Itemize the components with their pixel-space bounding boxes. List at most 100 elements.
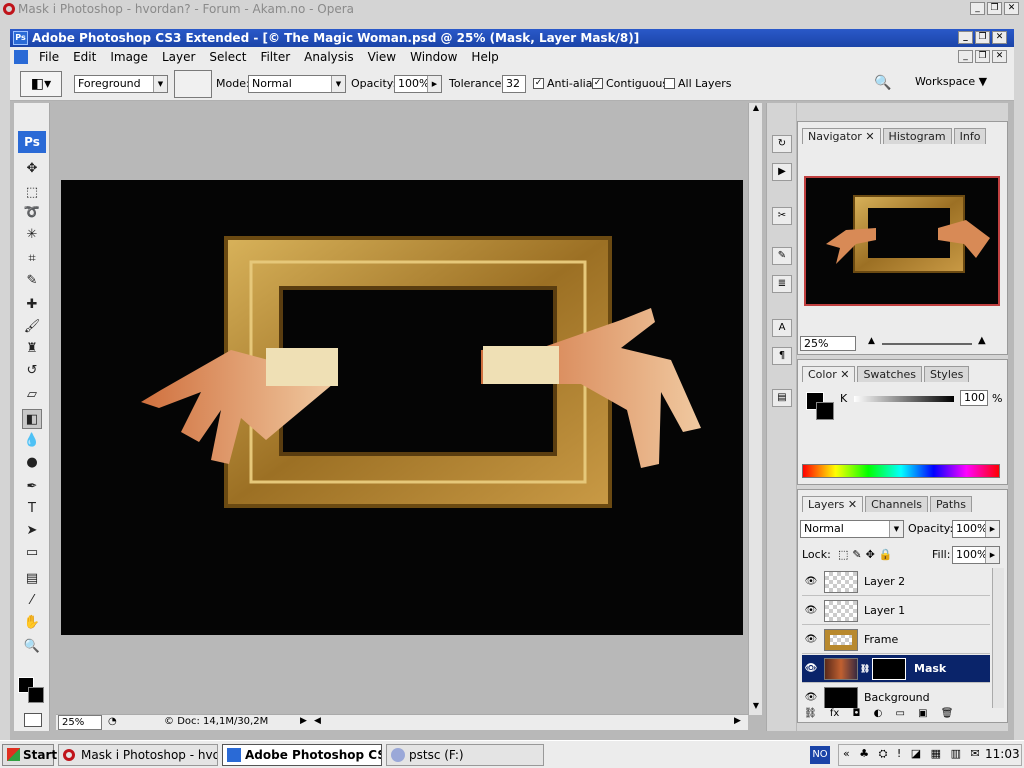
menu-image[interactable]: Image xyxy=(103,47,155,67)
browser-minimize-button[interactable]: _ xyxy=(970,2,985,15)
start-button[interactable]: Start xyxy=(2,744,57,766)
scroll-right-icon[interactable]: ▶ xyxy=(734,716,741,726)
tab-color[interactable]: Color ✕ xyxy=(802,366,856,382)
pattern-picker[interactable] xyxy=(174,70,212,98)
opacity-input[interactable]: 100% ▶ xyxy=(394,75,442,93)
notes-tool-icon[interactable]: ▤ xyxy=(22,569,42,589)
crop-tool-icon[interactable]: ⌗ xyxy=(22,249,42,269)
type-tool-icon[interactable]: T xyxy=(22,499,42,519)
browser-restore-button[interactable]: ❐ xyxy=(987,2,1002,15)
actions-icon[interactable]: ▶ xyxy=(772,163,792,181)
document-canvas[interactable] xyxy=(61,180,743,635)
tolerance-input[interactable]: 32 xyxy=(502,75,526,93)
paint-bucket-tool-icon[interactable]: ◧ xyxy=(22,409,42,429)
eye-icon[interactable]: 👁 xyxy=(804,576,818,588)
layer-row[interactable]: 👁 Frame xyxy=(802,626,990,654)
navigator-zoom-input[interactable]: 25% xyxy=(800,336,856,351)
eye-icon[interactable]: 👁 xyxy=(804,692,818,704)
bridge-icon[interactable]: 🔍 xyxy=(874,75,896,93)
marquee-tool-icon[interactable]: ⬚ xyxy=(22,183,42,203)
navigator-preview[interactable] xyxy=(804,176,1000,306)
character-icon[interactable]: A xyxy=(772,319,792,337)
tool-presets-icon[interactable]: ✂ xyxy=(772,207,792,225)
anti-alias-checkbox[interactable]: ✓ xyxy=(533,78,544,89)
background-color-swatch[interactable] xyxy=(28,687,44,703)
lock-icons[interactable]: ⬚✎✥🔒 xyxy=(838,548,897,561)
dodge-tool-icon[interactable]: ● xyxy=(22,453,42,473)
menu-window[interactable]: Window xyxy=(403,47,464,67)
taskbar-item-explorer[interactable]: pstsc (F:) xyxy=(386,744,544,766)
zoom-in-icon[interactable]: ▲ xyxy=(978,335,986,346)
taskbar-item-photoshop[interactable]: Adobe Photoshop CS3... xyxy=(222,744,382,766)
zoom-tool-icon[interactable]: 🔍 xyxy=(22,637,42,657)
menu-filter[interactable]: Filter xyxy=(253,47,297,67)
doc-close-button[interactable]: ✕ xyxy=(992,50,1007,63)
scroll-up-icon[interactable]: ▲ xyxy=(750,103,762,117)
eye-icon[interactable]: 👁 xyxy=(804,663,818,675)
menu-file[interactable]: File xyxy=(32,47,66,67)
path-selection-tool-icon[interactable]: ➤ xyxy=(22,521,42,541)
layer-row[interactable]: 👁 Layer 2 xyxy=(802,568,990,596)
healing-brush-tool-icon[interactable]: ✚ xyxy=(22,295,42,315)
tab-layers[interactable]: Layers ✕ xyxy=(802,496,864,512)
layers-footer-buttons[interactable]: ⛓ fx ◘ ◐ ▭ ▣ 🗑 xyxy=(804,708,1000,722)
slice-tool-icon[interactable]: ✎ xyxy=(22,271,42,291)
navigator-zoom-slider[interactable] xyxy=(882,343,972,345)
zoom-out-icon[interactable]: ▲ xyxy=(868,336,875,346)
quick-mask-icon[interactable] xyxy=(24,713,42,727)
zoom-input[interactable]: 25% xyxy=(58,715,102,730)
layer-opacity-input[interactable]: 100% ▶ xyxy=(952,520,1000,538)
scroll-left-icon[interactable]: ◀ xyxy=(314,716,321,726)
ps-restore-button[interactable]: ❐ xyxy=(975,31,990,44)
paragraph-icon[interactable]: ¶ xyxy=(772,347,792,365)
menu-analysis[interactable]: Analysis xyxy=(297,47,360,67)
clone-source-icon[interactable]: ≣ xyxy=(772,275,792,293)
pen-tool-icon[interactable]: ✒ xyxy=(22,477,42,497)
magic-wand-tool-icon[interactable]: ✳ xyxy=(22,225,42,245)
color-bg-swatch[interactable] xyxy=(816,402,834,420)
taskbar-item-opera[interactable]: Mask i Photoshop - hvor... xyxy=(58,744,218,766)
workspace-button[interactable]: Workspace ▼ xyxy=(915,73,987,91)
language-indicator[interactable]: NO xyxy=(810,746,830,764)
tab-swatches[interactable]: Swatches xyxy=(857,366,923,382)
ps-minimize-button[interactable]: _ xyxy=(958,31,973,44)
tab-histogram[interactable]: Histogram xyxy=(882,128,952,144)
k-slider[interactable] xyxy=(854,396,954,402)
shape-tool-icon[interactable]: ▭ xyxy=(22,543,42,563)
hand-tool-icon[interactable]: ✋ xyxy=(22,613,42,633)
layers-scrollbar[interactable] xyxy=(992,568,1004,708)
layer-row[interactable]: 👁 Background xyxy=(802,684,990,708)
clone-stamp-tool-icon[interactable]: ♜ xyxy=(22,339,42,359)
menu-select[interactable]: Select xyxy=(202,47,253,67)
fill-source-select[interactable]: Foreground ▼ xyxy=(74,75,168,93)
status-arrow-icon[interactable]: ▶ xyxy=(300,716,307,726)
contiguous-checkbox[interactable]: ✓ xyxy=(592,78,603,89)
layer-blend-mode-select[interactable]: Normal ▼ xyxy=(800,520,904,538)
brushes-icon[interactable]: ✎ xyxy=(772,247,792,265)
layer-fill-input[interactable]: 100% ▶ xyxy=(952,546,1000,564)
eyedropper-tool-icon[interactable]: ⁄ xyxy=(22,591,42,611)
ps-logo[interactable]: Ps xyxy=(18,131,46,153)
tab-paths[interactable]: Paths xyxy=(930,496,972,512)
layer-row[interactable]: 👁 Layer 1 xyxy=(802,597,990,625)
tab-navigator[interactable]: Navigator ✕ xyxy=(802,128,881,144)
menu-view[interactable]: View xyxy=(361,47,403,67)
eraser-tool-icon[interactable]: ▱ xyxy=(22,385,42,405)
tool-preset-picker[interactable]: ◧▾ xyxy=(20,71,62,97)
mode-select[interactable]: Normal ▼ xyxy=(248,75,346,93)
all-layers-checkbox[interactable] xyxy=(664,78,675,89)
eye-icon[interactable]: 👁 xyxy=(804,634,818,646)
tab-styles[interactable]: Styles xyxy=(924,366,970,382)
history-brush-tool-icon[interactable]: ↺ xyxy=(22,361,42,381)
tray-icons[interactable]: « ♣ ⛭ ! ◪ ▦ ▥ ✉ xyxy=(843,747,983,761)
ps-close-button[interactable]: ✕ xyxy=(992,31,1007,44)
eye-icon[interactable]: 👁 xyxy=(804,605,818,617)
layer-row[interactable]: 👁 ⛓ Mask xyxy=(802,655,990,683)
status-menu-icon[interactable]: ◔ xyxy=(108,716,117,727)
history-icon[interactable]: ↻ xyxy=(772,135,792,153)
k-value-input[interactable]: 100 xyxy=(960,390,988,406)
link-icon[interactable]: ⛓ xyxy=(860,664,870,674)
move-tool-icon[interactable]: ✥ xyxy=(22,159,42,179)
brush-tool-icon[interactable]: 🖌 xyxy=(22,317,42,337)
browser-close-button[interactable]: ✕ xyxy=(1004,2,1019,15)
